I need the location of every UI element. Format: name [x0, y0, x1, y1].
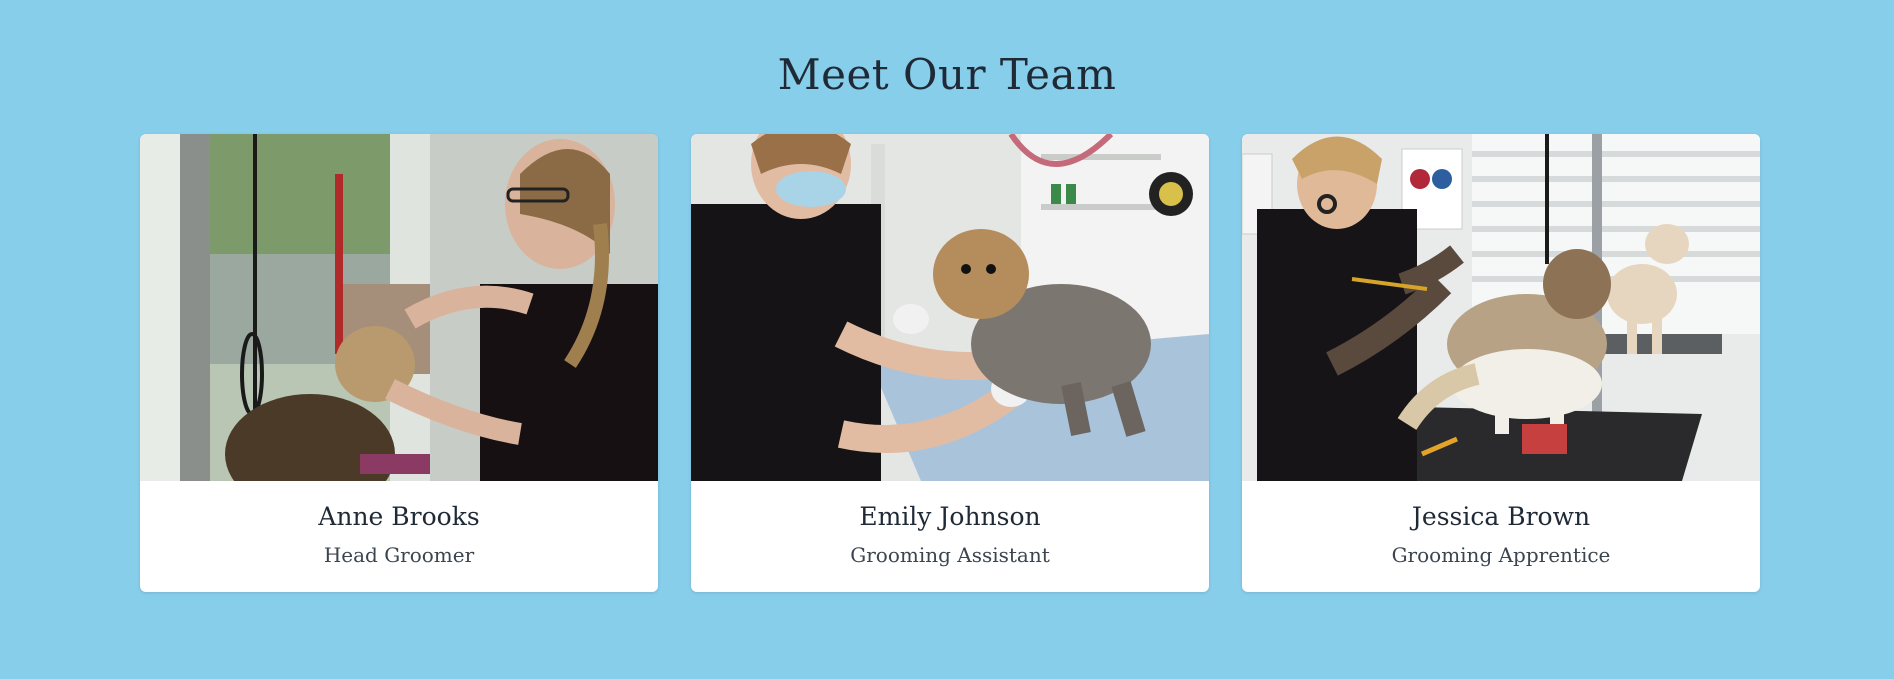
member-role: Grooming Assistant: [850, 543, 1050, 567]
team-card-emily-johnson: Emily Johnson Grooming Assistant: [691, 134, 1209, 592]
team-card-anne-brooks: Anne Brooks Head Groomer: [140, 134, 658, 592]
team-card-body: Emily Johnson Grooming Assistant: [691, 481, 1209, 592]
member-name: Emily Johnson: [859, 502, 1041, 531]
team-card-body: Jessica Brown Grooming Apprentice: [1242, 481, 1760, 592]
team-card-jessica-brown: Jessica Brown Grooming Apprentice: [1242, 134, 1760, 592]
member-name: Jessica Brown: [1411, 502, 1591, 531]
member-role: Grooming Apprentice: [1391, 543, 1611, 567]
team-photo-anne-brooks: [140, 134, 658, 481]
groomer-trimming-dog-photo: [140, 134, 658, 481]
team-photo-emily-johnson: [691, 134, 1209, 481]
section-title: Meet Our Team: [777, 50, 1117, 99]
member-role: Head Groomer: [323, 543, 475, 567]
apprentice-scissoring-shih-tzu-photo: [1242, 134, 1760, 481]
assistant-combing-yorkie-photo: [691, 134, 1209, 481]
team-photo-jessica-brown: [1242, 134, 1760, 481]
team-grid: Anne Brooks Head Groomer Emily Johnson G…: [140, 134, 1760, 592]
team-card-body: Anne Brooks Head Groomer: [140, 481, 658, 592]
member-name: Anne Brooks: [318, 502, 480, 531]
